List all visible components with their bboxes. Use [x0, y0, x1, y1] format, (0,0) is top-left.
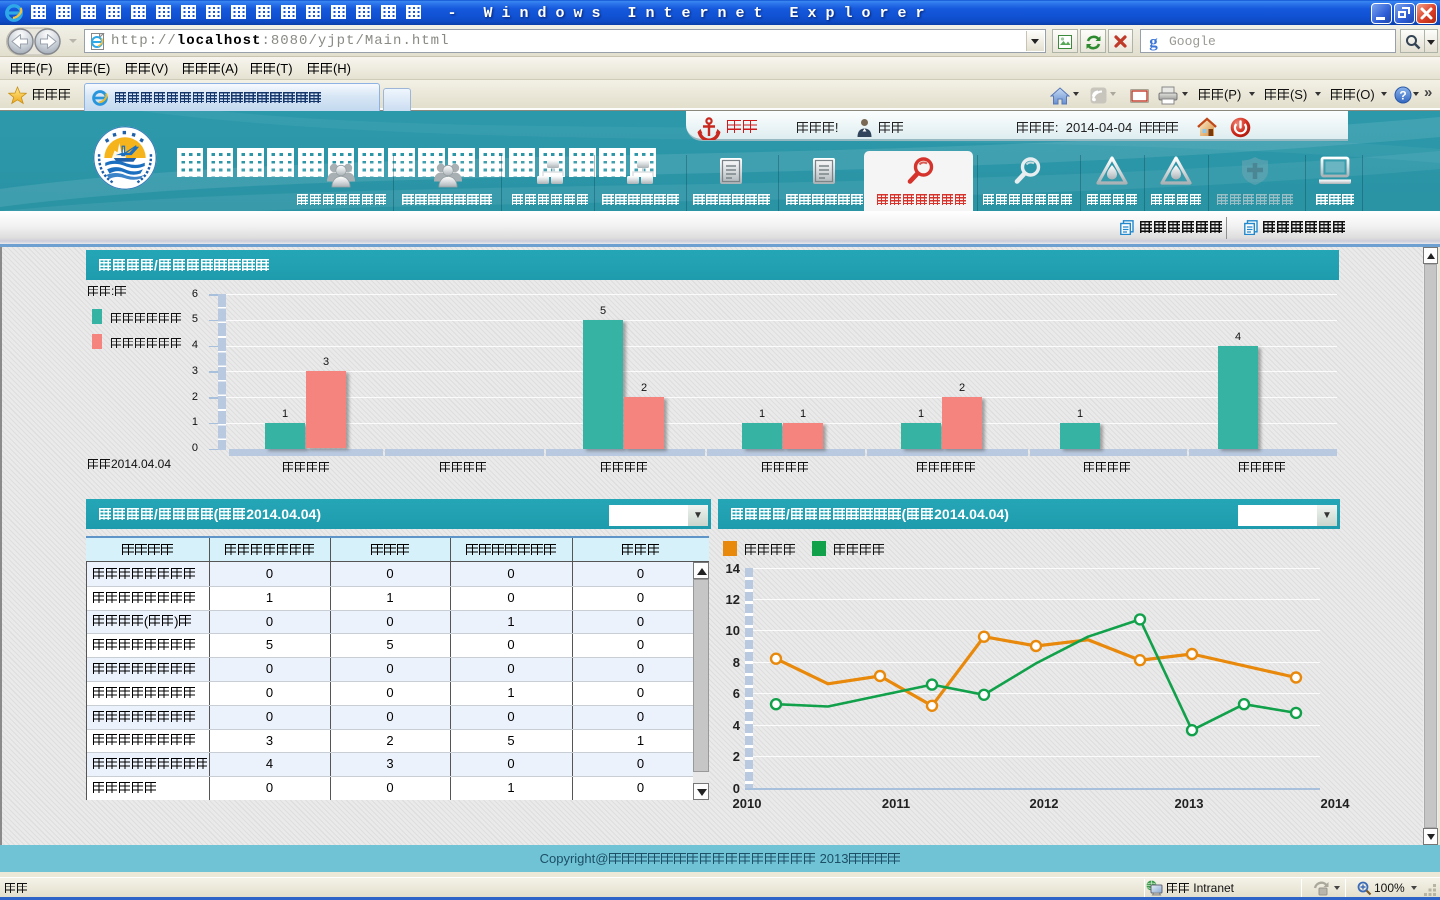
svg-text:?: ? [1399, 89, 1406, 103]
